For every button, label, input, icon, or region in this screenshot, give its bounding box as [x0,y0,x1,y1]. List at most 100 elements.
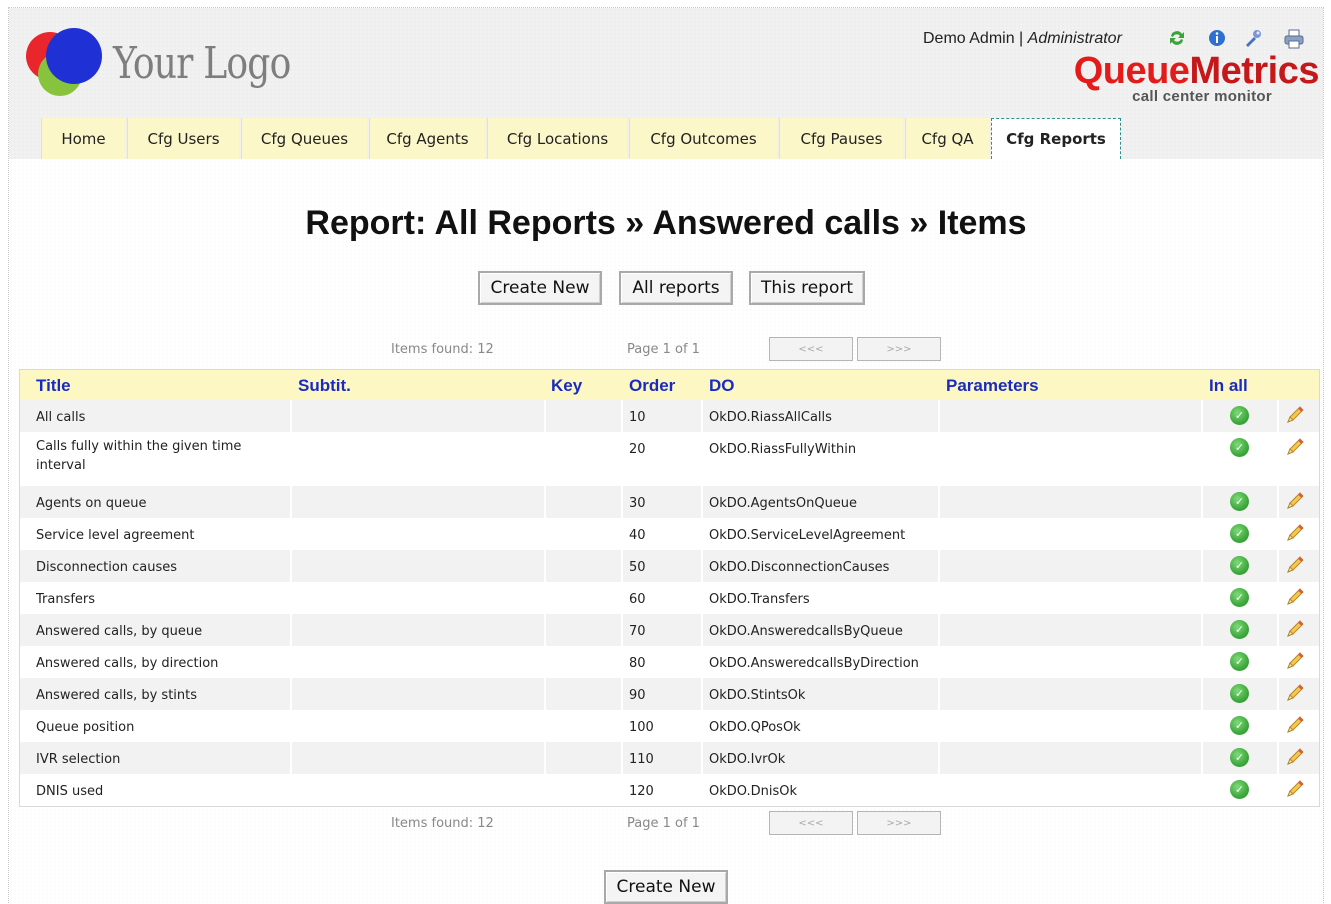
cell-do: OkDO.StintsOk [709,688,806,703]
cell-title: IVR selection [36,752,121,767]
create-new-button[interactable]: Create New [478,271,602,305]
cell-parameters [946,774,1196,806]
edit-pencil-icon[interactable] [1284,404,1306,426]
table-row: Queue position 100 OkDO.QPosOk ✓ [20,710,1319,742]
edit-pencil-icon[interactable] [1284,586,1306,608]
edit-pencil-icon[interactable] [1284,746,1306,768]
cell-parameters [946,614,1196,646]
edit-pencil-icon[interactable] [1284,436,1306,458]
user-separator: | [1019,30,1024,47]
cell-do: OkDO.RiassFullyWithin [709,442,857,457]
col-order-header[interactable]: Order [629,376,675,396]
cell-parameters [946,400,1196,432]
page-indicator-bottom: Page 1 of 1 [627,816,700,831]
cell-title: Answered calls, by direction [36,656,219,671]
col-do-header[interactable]: DO [709,376,735,396]
next-page-button-top[interactable]: >>> [857,337,941,361]
cell-do: OkDO.ServiceLevelAgreement [709,528,906,543]
prev-page-button-top[interactable]: <<< [769,337,853,361]
logo-image [26,28,106,100]
col-in-all-header[interactable]: In all [1209,376,1248,396]
cell-title: Agents on queue [36,496,147,511]
tab-cfg-pauses[interactable]: Cfg Pauses [779,118,903,159]
cell-title: Answered calls, by queue [36,624,203,639]
tools-icon[interactable] [1243,28,1263,48]
in-all-check-icon: ✓ [1230,492,1249,511]
in-all-check-icon: ✓ [1230,684,1249,703]
in-all-check-icon: ✓ [1230,652,1249,671]
all-reports-button[interactable]: All reports [619,271,733,305]
tab-cfg-queues[interactable]: Cfg Queues [241,118,367,159]
cell-key [551,582,621,614]
cell-order: 110 [629,752,654,767]
cell-do: OkDO.DisconnectionCauses [709,560,890,575]
items-table: Title Subtit. Key Order DO Parameters In… [19,369,1320,807]
table-row: Answered calls, by stints 90 OkDO.StintsOk… [20,678,1319,710]
table-row: All calls 10 OkDO.RiassAllCalls ✓ [20,400,1319,432]
cell-subtitle [298,486,538,518]
cell-do: OkDO.IvrOk [709,752,786,767]
cell-order: 70 [629,624,646,639]
tab-cfg-locations[interactable]: Cfg Locations [487,118,627,159]
col-parameters-header[interactable]: Parameters [946,376,1039,396]
brand-tagline: call center monitor [1132,88,1272,105]
col-key-header[interactable]: Key [551,376,582,396]
cell-do: OkDO.AgentsOnQueue [709,496,858,511]
print-icon[interactable] [1283,28,1304,49]
table-row: Answered calls, by queue 70 OkDO.Answeredc… [20,614,1319,646]
cell-order: 60 [629,592,646,607]
cell-parameters [946,710,1196,742]
edit-pencil-icon[interactable] [1284,650,1306,672]
in-all-check-icon: ✓ [1230,406,1249,425]
edit-pencil-icon[interactable] [1284,554,1306,576]
col-subtitle-header[interactable]: Subtit. [298,376,351,396]
tab-home[interactable]: Home [41,118,125,159]
user-info: Demo Admin | Administrator [923,30,1122,48]
cell-key [551,614,621,646]
tab-cfg-reports[interactable]: Cfg Reports [991,118,1121,159]
cell-key [551,678,621,710]
table-body: All calls 10 OkDO.RiassAllCalls ✓ Calls full… [20,400,1319,806]
edit-pencil-icon[interactable] [1284,490,1306,512]
cell-subtitle [298,646,538,678]
cell-key [551,518,621,550]
table-row: IVR selection 110 OkDO.IvrOk ✓ [20,742,1319,774]
tab-cfg-outcomes[interactable]: Cfg Outcomes [629,118,777,159]
in-all-check-icon: ✓ [1230,780,1249,799]
in-all-check-icon: ✓ [1230,620,1249,639]
edit-pencil-icon[interactable] [1284,522,1306,544]
items-found-top: Items found: 12 [391,342,494,357]
cell-title: Transfers [36,592,96,607]
this-report-button[interactable]: This report [749,271,865,305]
cell-order: 50 [629,560,646,575]
create-new-button-bottom[interactable]: Create New [604,870,728,904]
info-icon[interactable] [1207,28,1227,48]
page-title: Report: All Reports » Answered calls » I… [305,204,1027,242]
prev-page-button-bottom[interactable]: <<< [769,811,853,835]
table-row: DNIS used 120 OkDO.DnisOk ✓ [20,774,1319,806]
tab-cfg-agents[interactable]: Cfg Agents [369,118,485,159]
cell-order: 80 [629,656,646,671]
header: Your Logo Demo Admin | Administrator Que… [9,8,1323,159]
user-name: Demo Admin [923,30,1015,47]
cell-subtitle [298,710,538,742]
tab-cfg-users[interactable]: Cfg Users [127,118,239,159]
cell-title: Service level agreement [36,528,195,543]
cell-key [551,742,621,774]
edit-pencil-icon[interactable] [1284,682,1306,704]
cell-title: Answered calls, by stints [36,688,198,703]
edit-pencil-icon[interactable] [1284,778,1306,800]
tab-cfg-qa[interactable]: Cfg QA [905,118,989,159]
edit-pencil-icon[interactable] [1284,618,1306,640]
cell-order: 10 [629,410,646,425]
cell-subtitle [298,550,538,582]
cell-order: 30 [629,496,646,511]
next-page-button-bottom[interactable]: >>> [857,811,941,835]
cell-title: Disconnection causes [36,560,178,575]
cell-parameters [946,678,1196,710]
col-title-header[interactable]: Title [36,376,71,396]
page: Your Logo Demo Admin | Administrator Que… [8,7,1324,904]
edit-pencil-icon[interactable] [1284,714,1306,736]
refresh-icon[interactable] [1167,28,1187,48]
cell-do: OkDO.QPosOk [709,720,801,735]
